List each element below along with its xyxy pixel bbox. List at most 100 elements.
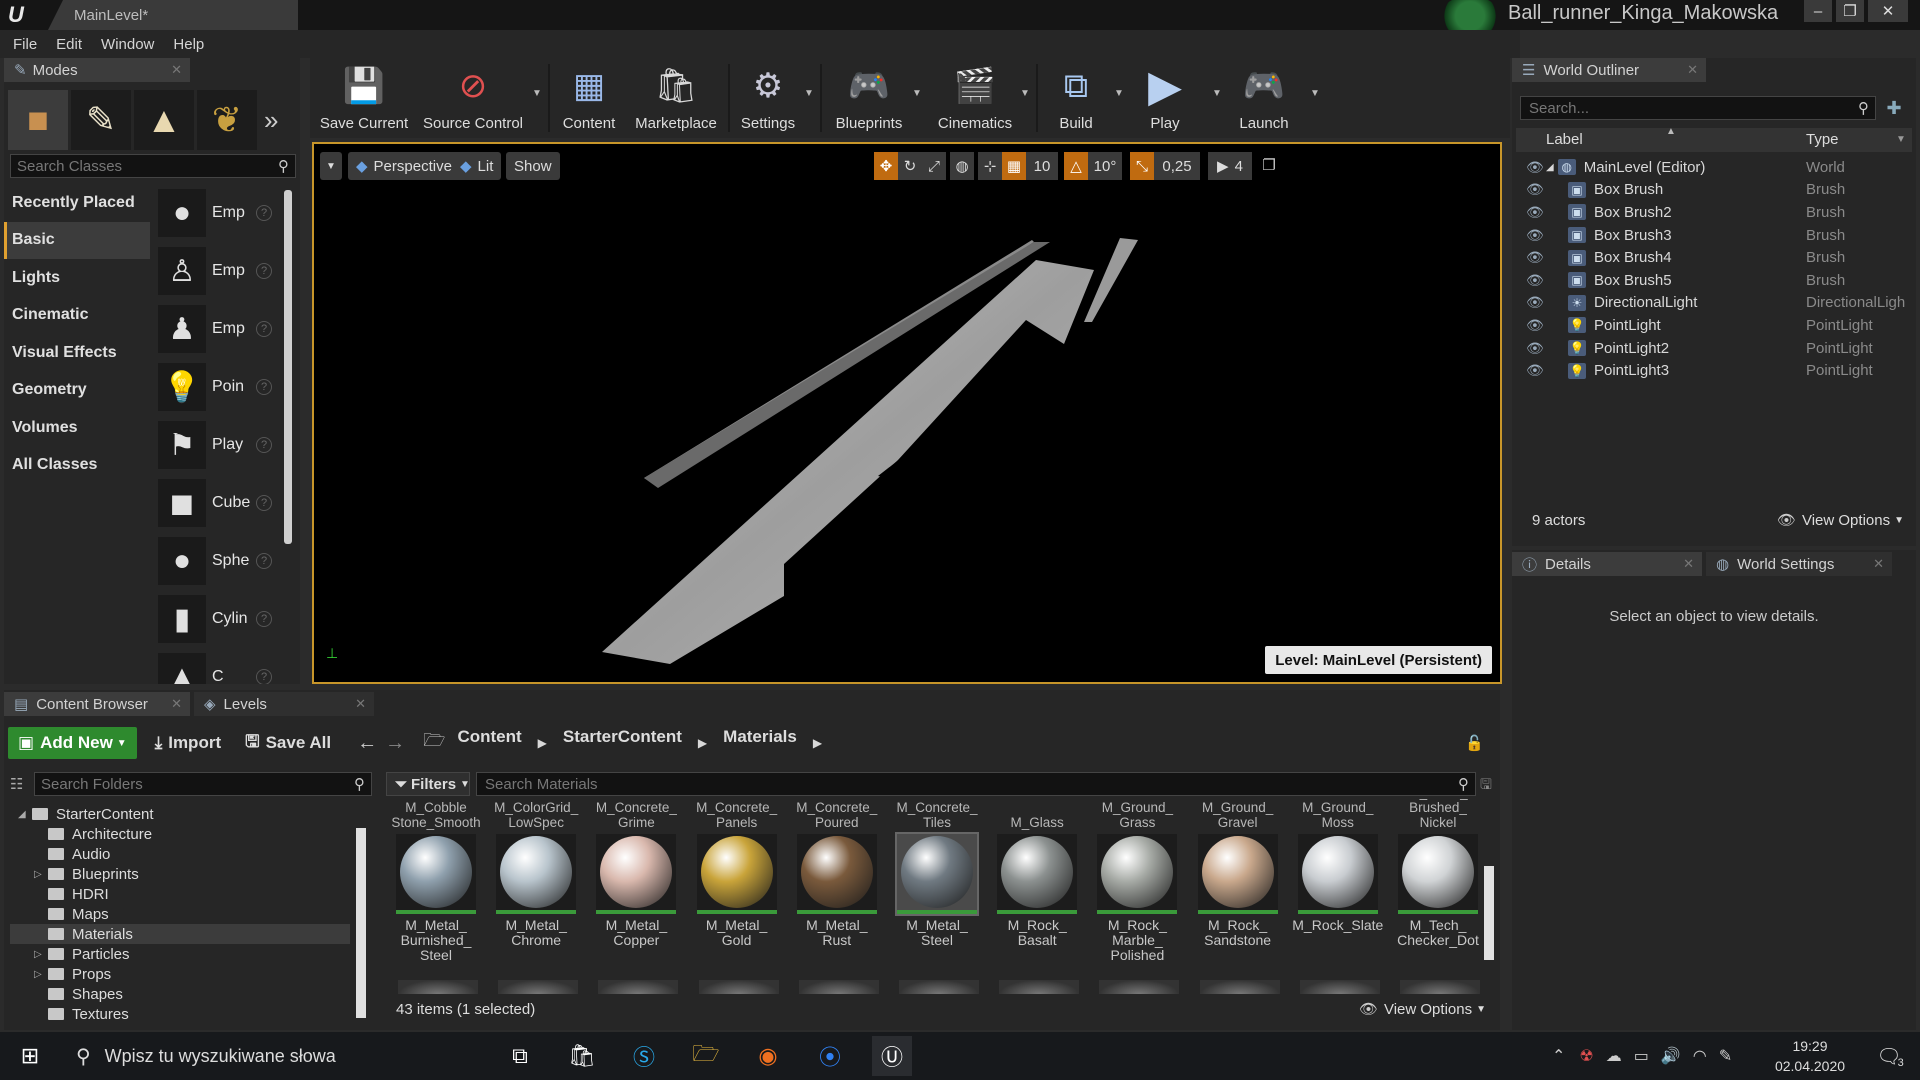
- expand-arrow-icon[interactable]: ▷: [34, 869, 48, 880]
- breadcrumb-materials[interactable]: Materials: [717, 727, 803, 759]
- search-classes-input[interactable]: Search Classes ⚲: [10, 154, 296, 178]
- material-asset[interactable]: M_ColorGrid_ LowSpec M_Metal_ Chrome: [490, 798, 582, 948]
- material-asset[interactable]: M_Ground_ Gravel M_Rock_ Sandstone: [1192, 798, 1284, 948]
- material-thumbnail-partial[interactable]: [1299, 980, 1380, 994]
- chevron-down-icon[interactable]: ▼: [1114, 88, 1124, 99]
- chevron-right-icon[interactable]: ▶: [538, 736, 547, 750]
- add-new-button[interactable]: ▣ Add New ▼: [8, 727, 137, 759]
- list-item[interactable]: ▮ Cylin?: [158, 590, 288, 648]
- search-folders-input[interactable]: Search Folders ⚲: [34, 772, 372, 796]
- forward-arrow-icon[interactable]: →: [385, 732, 405, 755]
- breadcrumb-starter-content[interactable]: StarterContent: [557, 727, 688, 759]
- rotation-snap-icon[interactable]: △: [1064, 152, 1088, 180]
- tab-levels[interactable]: ◈ Levels ✕: [194, 692, 374, 716]
- cloud-icon[interactable]: ☁: [1606, 1046, 1622, 1066]
- tab-modes[interactable]: ✎ Modes ✕: [4, 58, 190, 82]
- close-icon[interactable]: ✕: [1683, 556, 1694, 572]
- tab-content-browser[interactable]: ▤ Content Browser ✕: [4, 692, 190, 716]
- search-materials-input[interactable]: Search Materials ⚲: [476, 772, 1476, 796]
- outliner-row[interactable]: 👁 💡 PointLight2 PointLight: [1516, 337, 1912, 360]
- material-asset[interactable]: M_Cobble Stone_Smooth M_Metal_ Burnished_…: [390, 798, 482, 963]
- chevron-down-icon[interactable]: ▼: [532, 88, 542, 99]
- expand-arrow-icon[interactable]: ◢: [1546, 162, 1554, 173]
- list-item[interactable]: ⚑ Play?: [158, 416, 288, 474]
- modes-scrollbar[interactable]: [284, 190, 292, 544]
- help-icon[interactable]: ?: [256, 437, 272, 453]
- material-asset[interactable]: M_Ground_ Grass M_Rock_ Marble_ Polished: [1091, 798, 1183, 963]
- blueprints-button[interactable]: 🎮 Blueprints: [828, 58, 910, 138]
- more-modes-icon[interactable]: »: [264, 105, 278, 136]
- category-all-classes[interactable]: All Classes: [4, 446, 150, 484]
- help-icon[interactable]: ?: [256, 263, 272, 279]
- level-viewport[interactable]: ⊥ ▼ ◆ Perspective ◆ Lit Show ✥ ↻ ⤢ ◍ ⊹ ▦ 1…: [312, 142, 1502, 684]
- show-button[interactable]: Show: [506, 152, 560, 180]
- chevron-up-icon[interactable]: ⌃: [1552, 1046, 1565, 1066]
- skype-icon[interactable]: Ⓢ: [624, 1036, 664, 1076]
- category-recently-placed[interactable]: Recently Placed: [4, 184, 150, 222]
- close-window-button[interactable]: ✕: [1868, 0, 1908, 22]
- add-actor-icon[interactable]: ✚: [1882, 96, 1906, 120]
- view-options-label[interactable]: View Options: [1802, 512, 1890, 529]
- help-icon[interactable]: ?: [256, 611, 272, 627]
- import-button[interactable]: ⤓ Import: [149, 727, 227, 759]
- folder-tree-item[interactable]: Architecture: [10, 824, 350, 844]
- view-options-label[interactable]: View Options: [1384, 1001, 1472, 1018]
- folder-tree-item[interactable]: ▷ Props: [10, 964, 350, 984]
- folder-tree-scrollbar[interactable]: [356, 828, 366, 1018]
- material-thumbnail-partial[interactable]: [1099, 980, 1180, 994]
- category-lights[interactable]: Lights: [4, 259, 150, 297]
- material-asset[interactable]: M_Metal_ Brushed_ Nickel M_Tech_ Checker_…: [1392, 798, 1484, 948]
- landscape-mode-button[interactable]: ▲: [134, 90, 194, 150]
- close-icon[interactable]: ✕: [1873, 556, 1884, 572]
- minimize-button[interactable]: –: [1804, 0, 1832, 22]
- material-thumbnail-partial[interactable]: [798, 980, 879, 994]
- expand-arrow-icon[interactable]: ◢: [18, 809, 32, 820]
- unreal-engine-icon[interactable]: Ⓤ: [872, 1036, 912, 1076]
- visibility-eye-icon[interactable]: 👁: [1526, 227, 1544, 244]
- build-button[interactable]: ⧉ Build: [1044, 58, 1108, 138]
- play-button[interactable]: ▶ Play: [1132, 58, 1198, 138]
- surface-snap-icon[interactable]: ⊹: [978, 152, 1002, 180]
- world-local-icon[interactable]: ◍: [950, 152, 974, 180]
- visibility-eye-icon[interactable]: 👁: [1526, 294, 1544, 311]
- folder-tree-item[interactable]: Shapes: [10, 984, 350, 1004]
- marketplace-button[interactable]: 🛍 Marketplace: [630, 58, 722, 138]
- folder-tree-item[interactable]: Maps: [10, 904, 350, 924]
- material-asset[interactable]: M_Ground_ Moss M_Rock_Slate: [1292, 798, 1384, 933]
- tray-app-icon[interactable]: ☢: [1579, 1046, 1593, 1066]
- visibility-eye-icon[interactable]: 👁: [1526, 159, 1544, 176]
- notifications-icon[interactable]: 🗨 3: [1872, 1040, 1908, 1072]
- visibility-eye-icon[interactable]: 👁: [1526, 204, 1544, 221]
- visibility-eye-icon[interactable]: 👁: [1526, 340, 1544, 357]
- category-visual-effects[interactable]: Visual Effects: [4, 334, 150, 372]
- windows-start-icon[interactable]: ⊞: [10, 1036, 50, 1076]
- outliner-row[interactable]: 👁 ▣ Box Brush4 Brush: [1516, 246, 1912, 269]
- list-item[interactable]: ● Sphe?: [158, 532, 288, 590]
- expand-arrow-icon[interactable]: ▷: [34, 949, 48, 960]
- outliner-row[interactable]: 👁 ▣ Box Brush5 Brush: [1516, 269, 1912, 292]
- asset-grid-scrollbar[interactable]: [1484, 866, 1494, 960]
- outliner-row[interactable]: 👁 ▣ Box Brush Brush: [1516, 179, 1912, 202]
- material-asset[interactable]: M_Concrete_ Poured M_Metal_ Rust: [791, 798, 883, 948]
- save-current-button[interactable]: 💾 Save Current: [318, 58, 410, 138]
- visibility-eye-icon[interactable]: 👁: [1526, 362, 1544, 379]
- category-geometry[interactable]: Geometry: [4, 371, 150, 409]
- back-arrow-icon[interactable]: ←: [357, 732, 377, 755]
- menu-window[interactable]: Window: [101, 36, 154, 53]
- folder-tree-item[interactable]: Textures: [10, 1004, 350, 1024]
- store-icon[interactable]: 🛍: [562, 1036, 602, 1076]
- paint-mode-button[interactable]: ✎: [71, 90, 131, 150]
- chevron-down-icon[interactable]: ▼: [1020, 88, 1030, 99]
- list-item[interactable]: ♟ Emp?: [158, 300, 288, 358]
- category-cinematic[interactable]: Cinematic: [4, 296, 150, 334]
- close-icon[interactable]: ✕: [355, 696, 366, 712]
- material-asset[interactable]: M_Glass M_Rock_ Basalt: [991, 798, 1083, 948]
- place-mode-button[interactable]: ■: [8, 90, 68, 150]
- material-thumbnail-partial[interactable]: [899, 980, 979, 994]
- list-item[interactable]: ▲ C?: [158, 648, 288, 684]
- lock-icon[interactable]: 🔓: [1465, 734, 1484, 752]
- tab-details[interactable]: ⓘ Details ✕: [1512, 552, 1702, 576]
- chevron-down-icon[interactable]: ▼: [1212, 88, 1222, 99]
- cinematics-button[interactable]: 🎬 Cinematics: [930, 58, 1020, 138]
- sources-toggle-icon[interactable]: ☷: [10, 772, 30, 796]
